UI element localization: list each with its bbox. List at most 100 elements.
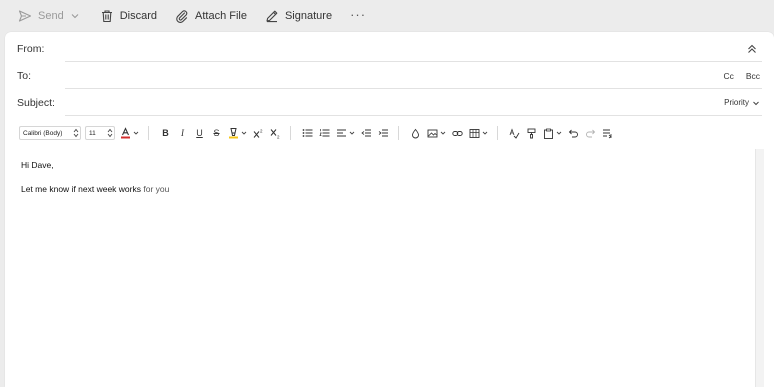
from-label: From:	[17, 42, 45, 55]
clear-formatting-button[interactable]	[409, 126, 422, 140]
body-scrollbar[interactable]	[755, 149, 764, 387]
attach-file-button[interactable]: Attach File	[175, 5, 247, 27]
attach-file-label: Attach File	[195, 10, 247, 22]
message-line: Let me know if next week works for you	[21, 184, 741, 196]
subscript-icon: 2	[270, 128, 280, 139]
align-button[interactable]	[335, 126, 348, 140]
send-options-chevron-icon[interactable]	[70, 10, 82, 22]
discard-label: Discard	[119, 10, 157, 22]
font-family-value: Calibri (Body)	[23, 129, 63, 137]
increase-indent-button[interactable]	[377, 126, 390, 140]
compose-toolbar: Send Discard Attach File Signature ···	[0, 0, 774, 32]
format-painter-button[interactable]	[525, 126, 538, 140]
italic-button[interactable]: I	[176, 126, 189, 140]
underline-button[interactable]: U	[193, 126, 206, 140]
paste-button[interactable]	[542, 126, 555, 140]
pen-icon	[265, 9, 279, 23]
more-options-button[interactable]: ···	[350, 5, 366, 27]
superscript-icon: 2	[253, 128, 263, 138]
updown-icon	[73, 128, 79, 138]
subject-label: Subject:	[17, 96, 55, 109]
redo-icon	[586, 129, 596, 137]
to-label: To:	[17, 69, 32, 82]
to-row: To: Cc Bcc	[5, 62, 774, 89]
font-size-select[interactable]: 11	[85, 126, 115, 140]
message-main-text: Let me know if next week works	[21, 184, 141, 194]
paste-dropdown-icon[interactable]	[555, 126, 563, 140]
font-family-select[interactable]: Calibri (Body)	[19, 126, 81, 140]
font-color-button[interactable]	[119, 126, 132, 140]
decrease-indent-button[interactable]	[360, 126, 373, 140]
priority-dropdown[interactable]: Priority	[712, 98, 760, 107]
send-button[interactable]: Send	[18, 5, 82, 27]
toolbar-divider	[148, 126, 149, 140]
bullet-list-icon	[302, 129, 313, 137]
chevron-down-icon	[753, 101, 759, 105]
subscript-button[interactable]: 2	[269, 126, 282, 140]
toolbar-divider	[497, 126, 498, 140]
insert-table-button[interactable]	[468, 126, 481, 140]
insert-link-button[interactable]	[451, 126, 464, 140]
signature-button[interactable]: Signature	[265, 5, 332, 27]
toolbar-divider	[398, 126, 399, 140]
bcc-button[interactable]: Bcc	[746, 71, 760, 81]
clipboard-icon	[544, 128, 553, 139]
insert-picture-button[interactable]	[426, 126, 439, 140]
svg-text:2: 2	[277, 134, 280, 139]
subject-field[interactable]	[65, 93, 714, 112]
numbered-list-icon	[319, 129, 330, 137]
send-icon	[18, 9, 32, 23]
send-label: Send	[38, 10, 64, 22]
picture-dropdown-icon[interactable]	[439, 126, 447, 140]
toolbar-divider	[290, 126, 291, 140]
collapse-header-icon[interactable]	[746, 42, 758, 54]
outdent-icon	[361, 129, 371, 137]
priority-group: Priority	[700, 89, 760, 116]
picture-icon	[427, 129, 438, 137]
eraser-icon	[412, 128, 419, 138]
bold-button[interactable]: B	[159, 126, 172, 140]
link-icon	[452, 130, 463, 136]
font-color-dropdown-icon[interactable]	[132, 126, 140, 140]
greeting-line: Hi Dave,	[21, 160, 54, 170]
signature-label: Signature	[284, 10, 333, 22]
bulleted-list-button[interactable]	[301, 126, 314, 140]
updown-icon	[107, 128, 113, 138]
trash-icon	[100, 9, 114, 23]
from-row: From:	[5, 35, 774, 62]
priority-label: Priority	[724, 98, 749, 107]
cc-bcc-group: Cc Bcc	[711, 62, 760, 89]
compose-card: From: To: Cc Bcc Subject: Priority Calib…	[5, 32, 774, 387]
spell-check-icon	[509, 127, 520, 139]
superscript-button[interactable]: 2	[252, 126, 265, 140]
more-icon: ···	[350, 6, 367, 22]
text-direction-icon	[603, 129, 612, 138]
to-field[interactable]	[65, 66, 714, 85]
align-dropdown-icon[interactable]	[348, 126, 356, 140]
svg-text:2: 2	[260, 128, 263, 133]
font-color-icon	[121, 127, 130, 139]
subject-row: Subject: Priority	[5, 89, 774, 116]
highlight-dropdown-icon[interactable]	[240, 126, 248, 140]
paperclip-icon	[175, 9, 189, 23]
highlight-button[interactable]	[227, 126, 240, 140]
numbered-list-button[interactable]	[318, 126, 331, 140]
message-body[interactable]: Hi Dave, Let me know if next week works …	[21, 160, 741, 196]
redo-button[interactable]	[584, 126, 597, 140]
table-dropdown-icon[interactable]	[481, 126, 489, 140]
cc-button[interactable]: Cc	[723, 71, 733, 81]
message-tail-text: for you	[141, 184, 170, 194]
highlighter-icon	[229, 128, 238, 139]
more-format-button[interactable]	[601, 126, 614, 140]
from-field[interactable]	[65, 39, 714, 58]
table-icon	[469, 128, 480, 138]
paintbrush-icon	[527, 128, 536, 138]
strikethrough-button[interactable]: S	[210, 126, 223, 140]
subject-divider	[65, 115, 762, 116]
undo-button[interactable]	[567, 126, 580, 140]
align-left-icon	[337, 129, 346, 137]
indent-icon	[378, 129, 388, 137]
spelling-button[interactable]	[508, 126, 521, 140]
format-toolbar: Calibri (Body) 11 B I U S 2 2	[19, 125, 614, 141]
discard-button[interactable]: Discard	[100, 5, 157, 27]
